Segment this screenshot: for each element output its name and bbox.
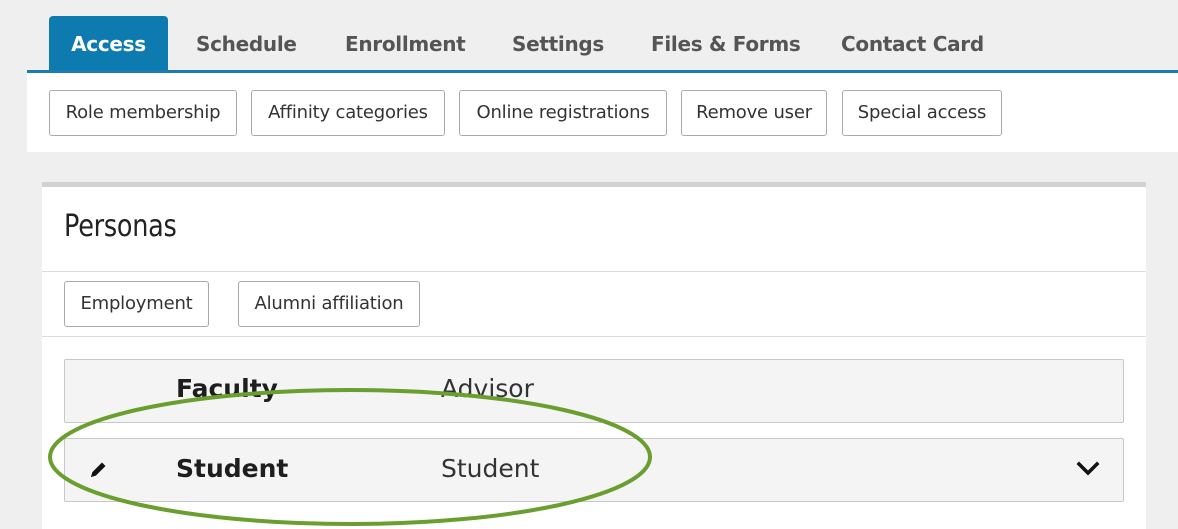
tab-access[interactable]: Access [49,16,168,73]
employment-button[interactable]: Employment [64,281,209,327]
top-tab-bar: Access Schedule Enrollment Settings File… [27,0,1178,73]
persona-name: Faculty [176,374,278,403]
role-membership-button[interactable]: Role membership [49,90,237,136]
chevron-down-icon[interactable] [1076,459,1100,479]
personas-title: Personas [64,209,177,244]
persona-name: Student [176,454,289,483]
pencil-icon[interactable] [87,459,109,481]
persona-row-student[interactable]: Student Student [64,438,1124,502]
tab-contact-card[interactable]: Contact Card [841,16,984,70]
tab-enrollment[interactable]: Enrollment [345,16,466,70]
persona-role: Student [441,454,540,483]
affinity-categories-button[interactable]: Affinity categories [251,90,445,136]
personas-panel: Personas Employment Alumni affiliation F… [42,182,1146,529]
online-registrations-button[interactable]: Online registrations [459,90,667,136]
tab-settings[interactable]: Settings [512,16,604,70]
access-toolbar: Role membership Affinity categories Onli… [27,73,1178,152]
special-access-button[interactable]: Special access [842,90,1002,136]
persona-row-faculty[interactable]: Faculty Advisor [64,359,1124,423]
tab-files-forms[interactable]: Files & Forms [651,16,801,70]
alumni-affiliation-button[interactable]: Alumni affiliation [238,281,420,327]
divider [42,336,1146,337]
persona-role: Advisor [441,374,534,403]
remove-user-button[interactable]: Remove user [681,90,827,136]
divider [42,271,1146,272]
tab-schedule[interactable]: Schedule [196,16,297,70]
